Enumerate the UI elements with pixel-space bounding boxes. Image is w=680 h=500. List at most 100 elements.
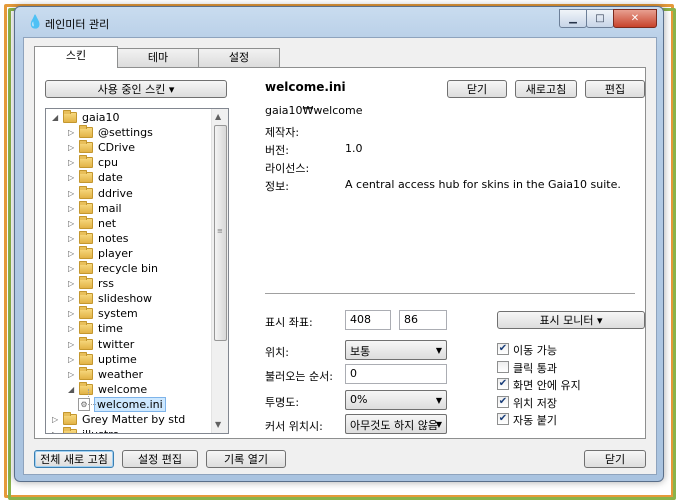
expand-arrow-icon[interactable]: ▷ bbox=[68, 155, 77, 170]
title-bar[interactable]: 💧 레인미터 관리 ▁ □ ✕ bbox=[15, 7, 663, 37]
scroll-thumb[interactable]: ≡ bbox=[214, 125, 227, 341]
edit-skin-button[interactable]: 편집 bbox=[585, 80, 645, 98]
folder-icon bbox=[79, 230, 93, 244]
tree-item-folder[interactable]: ▷ twitter bbox=[46, 336, 211, 352]
close-window-button[interactable]: ✕ bbox=[613, 9, 657, 28]
version-label: 버전: bbox=[265, 144, 289, 157]
collapse-arrow-icon[interactable]: ◢ bbox=[52, 110, 61, 125]
expand-arrow-icon[interactable]: ▷ bbox=[68, 321, 77, 336]
tree-item-folder[interactable]: ▷ cpu bbox=[46, 155, 211, 170]
hover-select[interactable]: 아무것도 하지 않음 ▼ bbox=[345, 414, 447, 434]
y-coord-input[interactable]: 86 bbox=[399, 310, 447, 330]
tab-skins[interactable]: 스킨 bbox=[34, 46, 118, 68]
expand-arrow-icon[interactable]: ▷ bbox=[68, 352, 77, 367]
refresh-all-button[interactable]: 전체 새로 고침 bbox=[34, 450, 114, 468]
tree-item-label: system bbox=[98, 307, 138, 321]
tree-item-folder[interactable]: ▷ illustro bbox=[46, 427, 211, 433]
transparency-select[interactable]: 0% ▼ bbox=[345, 390, 447, 410]
grip-icon: ≡ bbox=[217, 227, 223, 235]
load-order-input[interactable]: 0 bbox=[345, 364, 447, 384]
tree-item-folder[interactable]: ▷ recycle bin bbox=[46, 261, 211, 276]
active-skins-button[interactable]: 사용 중인 스킨 ▾ bbox=[45, 80, 227, 98]
checkbox-label[interactable]: 자동 붙기 bbox=[513, 412, 557, 428]
skins-panel: 사용 중인 스킨 ▾ ◢ gaia10 ▷ @settings ▷ CDrive ▷ cpu ▷… bbox=[34, 67, 646, 439]
checkbox-label[interactable]: 이동 가능 bbox=[513, 342, 557, 358]
expand-arrow-icon[interactable]: ▷ bbox=[68, 231, 77, 246]
checkbox-checked[interactable]: ✔ bbox=[497, 378, 509, 390]
tree-item-folder[interactable]: ◢ welcome bbox=[46, 381, 211, 397]
scroll-down-icon[interactable]: ▼ bbox=[215, 420, 221, 429]
tree-item-file[interactable]: ⚙ welcome.ini bbox=[46, 396, 211, 412]
checkbox-label[interactable]: 위치 저장 bbox=[513, 395, 557, 411]
folder-icon bbox=[79, 336, 93, 350]
tree-item-folder[interactable]: ▷ player bbox=[46, 245, 211, 261]
tree-item-folder[interactable]: ▷ @settings bbox=[46, 125, 211, 140]
expand-arrow-icon[interactable]: ▷ bbox=[68, 246, 77, 261]
folder-icon bbox=[79, 291, 93, 305]
tree-item-label: welcome bbox=[98, 382, 148, 396]
display-monitor-button[interactable]: 표시 모니터 ▾ bbox=[497, 311, 645, 329]
expand-arrow-icon[interactable]: ▷ bbox=[68, 170, 77, 185]
expand-arrow-icon[interactable]: ▷ bbox=[52, 412, 61, 427]
tree-item-label: CDrive bbox=[98, 141, 136, 155]
folder-icon bbox=[79, 245, 93, 259]
tree-item-label: player bbox=[98, 246, 133, 260]
minimize-icon: ▁ bbox=[569, 13, 577, 24]
expand-arrow-icon[interactable]: ▷ bbox=[68, 216, 77, 231]
coords-label: 표시 좌표: bbox=[265, 316, 313, 329]
tree-item-folder[interactable]: ▷ Grey Matter by std bbox=[46, 412, 211, 427]
expand-arrow-icon[interactable]: ▷ bbox=[68, 291, 77, 306]
tab-settings[interactable]: 설정 bbox=[198, 48, 280, 67]
expand-arrow-icon[interactable]: ▷ bbox=[68, 276, 77, 291]
tree-item-folder[interactable]: ▷ slideshow bbox=[46, 291, 211, 306]
expand-arrow-icon[interactable]: ▷ bbox=[68, 306, 77, 321]
tree-item-folder[interactable]: ▷ net bbox=[46, 215, 211, 231]
tree-item-label: ddrive bbox=[98, 186, 133, 200]
expand-arrow-icon[interactable]: ▷ bbox=[52, 427, 61, 433]
expand-arrow-icon[interactable]: ▷ bbox=[68, 186, 77, 201]
tree-item-folder[interactable]: ▷ mail bbox=[46, 200, 211, 216]
tree-item-folder[interactable]: ▷ weather bbox=[46, 366, 211, 382]
tree-scrollbar[interactable]: ▲ ≡ ▼ bbox=[211, 109, 228, 433]
tree-item-folder[interactable]: ▷ ddrive bbox=[46, 185, 211, 201]
skin-tree[interactable]: ◢ gaia10 ▷ @settings ▷ CDrive ▷ cpu ▷ date ▷ ddrive… bbox=[45, 108, 229, 434]
tree-item-folder[interactable]: ▷ system bbox=[46, 306, 211, 321]
tree-item-folder[interactable]: ▷ notes bbox=[46, 230, 211, 246]
tree-item-folder[interactable]: ▷ time bbox=[46, 321, 211, 336]
tree-item-label: cpu bbox=[98, 156, 119, 170]
edit-settings-button[interactable]: 설정 편집 bbox=[122, 450, 198, 468]
expand-arrow-icon[interactable]: ▷ bbox=[68, 337, 77, 352]
checkbox-checked[interactable]: ✔ bbox=[497, 395, 509, 408]
tree-item-folder[interactable]: ▷ uptime bbox=[46, 351, 211, 367]
expand-arrow-icon[interactable]: ▷ bbox=[68, 367, 77, 382]
tree-item-folder[interactable]: ▷ rss bbox=[46, 276, 211, 291]
position-label: 위치: bbox=[265, 346, 289, 359]
tree-item-folder[interactable]: ▷ date bbox=[46, 170, 211, 185]
expand-arrow-icon[interactable]: ▷ bbox=[68, 261, 77, 276]
checkbox-label[interactable]: 클릭 통과 bbox=[513, 360, 557, 376]
tree-item-folder[interactable]: ◢ gaia10 bbox=[46, 110, 211, 125]
tree-item-folder[interactable]: ▷ CDrive bbox=[46, 140, 211, 155]
x-coord-input[interactable]: 408 bbox=[345, 310, 391, 330]
checkbox-checked[interactable]: ✔ bbox=[497, 343, 509, 355]
minimize-button[interactable]: ▁ bbox=[559, 9, 587, 28]
checkbox-unchecked[interactable] bbox=[497, 360, 509, 373]
tree-item-label: twitter bbox=[98, 337, 135, 351]
close-dialog-button[interactable]: 닫기 bbox=[584, 450, 646, 468]
expand-arrow-icon[interactable]: ▷ bbox=[68, 201, 77, 216]
close-skin-button[interactable]: 닫기 bbox=[447, 80, 507, 98]
tab-themes[interactable]: 테마 bbox=[117, 48, 199, 67]
expand-arrow-icon[interactable]: ▷ bbox=[68, 125, 77, 140]
position-select[interactable]: 보통 ▼ bbox=[345, 340, 447, 360]
scroll-up-icon[interactable]: ▲ bbox=[215, 112, 221, 121]
open-log-button[interactable]: 기록 열기 bbox=[206, 450, 286, 468]
collapse-arrow-icon[interactable]: ◢ bbox=[68, 382, 77, 397]
tree-item-label: date bbox=[98, 171, 123, 185]
checkbox-label[interactable]: 화면 안에 유지 bbox=[513, 377, 581, 393]
checkbox-checked[interactable]: ✔ bbox=[497, 413, 509, 425]
tree-item-label: slideshow bbox=[98, 292, 153, 306]
maximize-button[interactable]: □ bbox=[586, 9, 614, 28]
tree-item-label: rss bbox=[98, 277, 114, 291]
expand-arrow-icon[interactable]: ▷ bbox=[68, 140, 77, 155]
refresh-skin-button[interactable]: 새로고침 bbox=[515, 80, 577, 98]
